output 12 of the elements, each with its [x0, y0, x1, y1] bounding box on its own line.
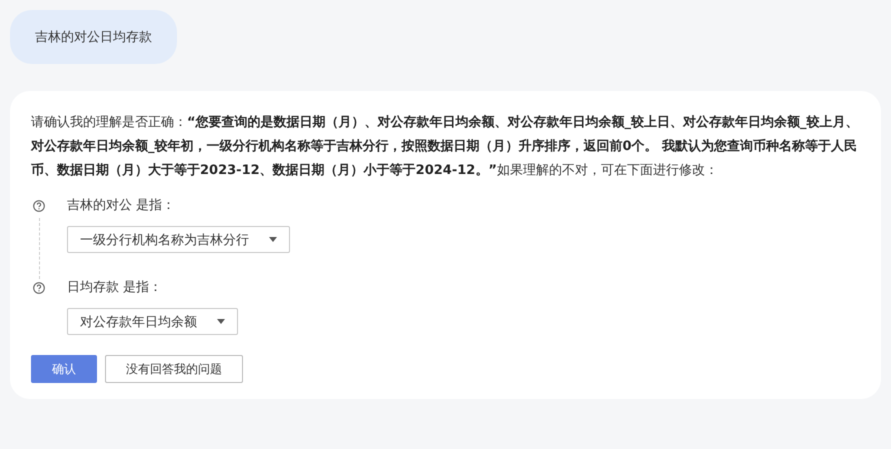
- not-answered-button[interactable]: 没有回答我的问题: [105, 355, 243, 383]
- caret-icon: [269, 237, 277, 242]
- caret-icon: [217, 319, 225, 324]
- clarification-label: 吉林的对公 是指：: [67, 197, 176, 215]
- help-icon[interactable]: [33, 282, 45, 294]
- clarification-label: 日均存款 是指：: [67, 279, 164, 297]
- confirmation-text: 请确认我的理解是否正确：“您要查询的是数据日期（月）、对公存款年日均余额、对公存款年日均余额_较上日、对公存款年日均余额_较上月、对公存款年日均余额_较年初，一级分行机构名称等于吉林分行，按照数据日期（月）升序排序，返回前0个。 我默认为您查询币种名称等于人民币、数据日期（月）大于等于2023-12、数据日期（月）小于等于2024-12。”如果理解的不对，可在下面进行修改：: [31, 114, 859, 180]
- help-icon[interactable]: [33, 200, 45, 212]
- user-message: 吉林的对公日均存款: [10, 10, 177, 64]
- dropdown[interactable]: 一级分行机构名称为吉林分行: [67, 226, 290, 253]
- confirm-button[interactable]: 确认: [31, 355, 97, 383]
- dropdown[interactable]: 对公存款年日均余额: [67, 308, 238, 335]
